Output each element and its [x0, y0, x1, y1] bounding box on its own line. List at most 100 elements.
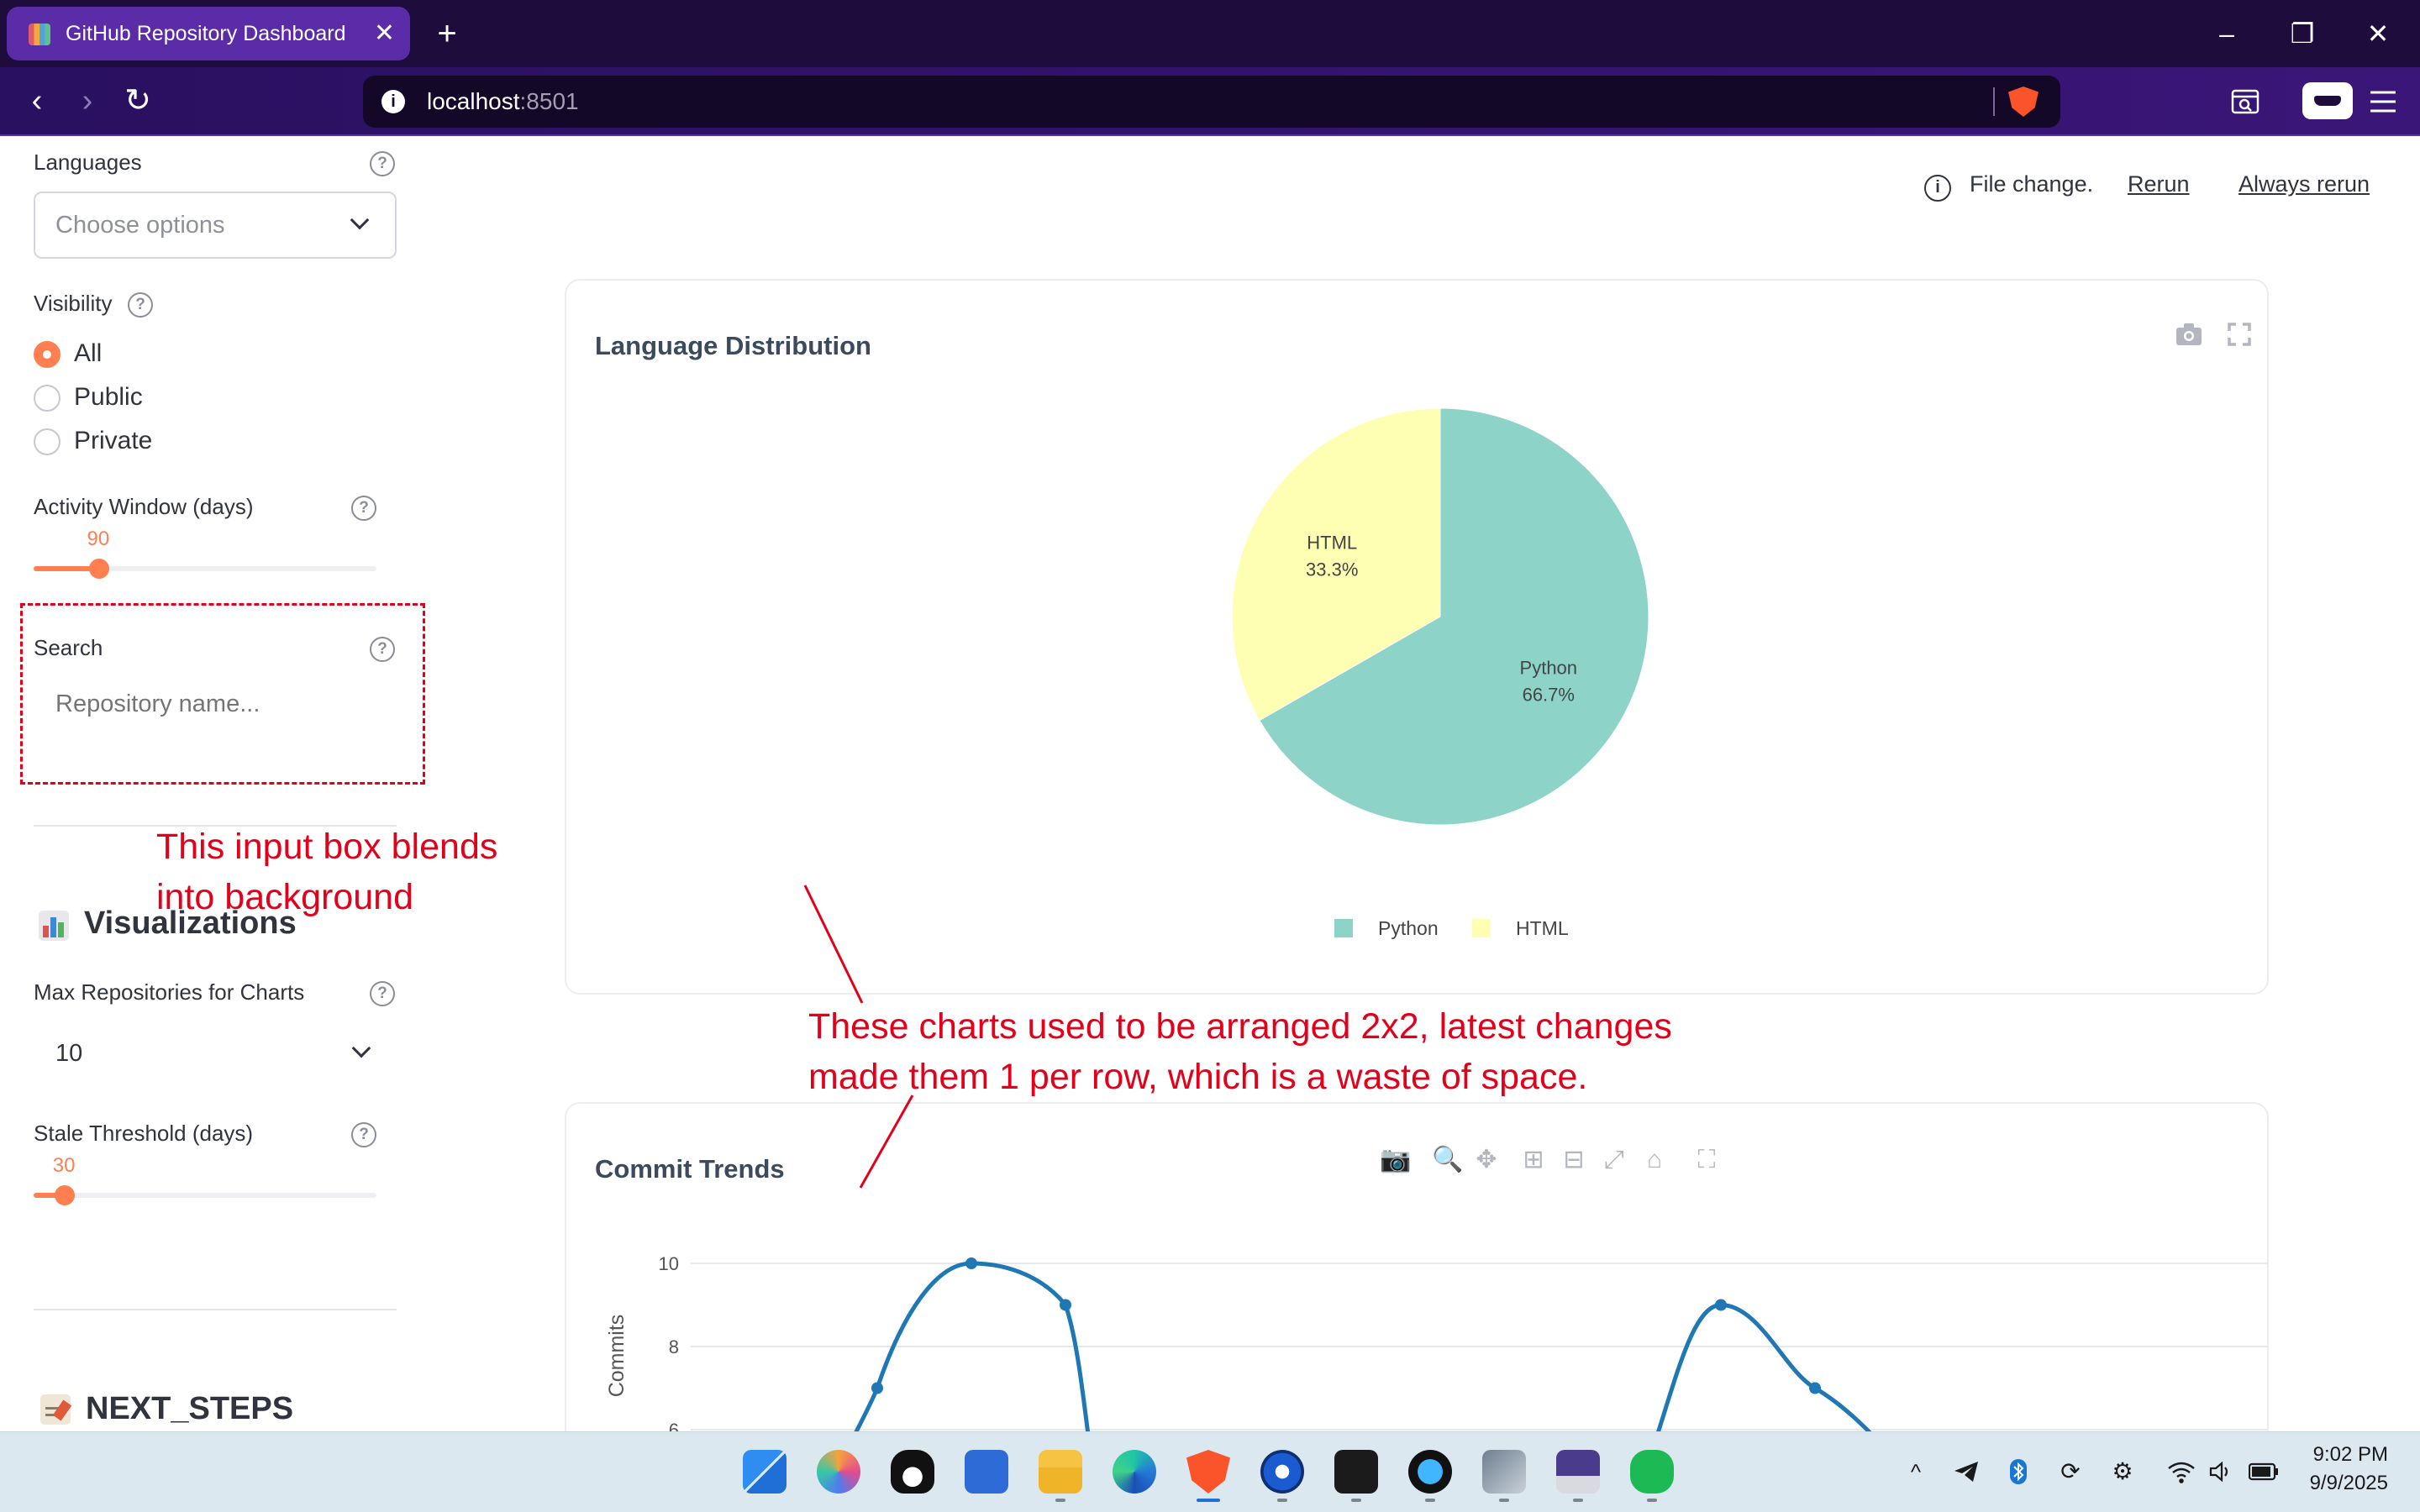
- powershell-icon[interactable]: [965, 1450, 1008, 1494]
- active-tab[interactable]: GitHub Repository Dashboard ✕: [7, 7, 410, 60]
- visibility-all-label[interactable]: All: [74, 339, 102, 368]
- running-indicator: [1499, 1499, 1509, 1502]
- chevron-down-icon: [351, 1038, 371, 1058]
- battery-icon[interactable]: [2248, 1455, 2279, 1488]
- vpn-glasses-icon[interactable]: [2302, 82, 2353, 119]
- languages-multiselect[interactable]: Choose options: [34, 192, 397, 259]
- stale-threshold-help-icon[interactable]: ?: [351, 1122, 376, 1147]
- visibility-private-radio[interactable]: [34, 428, 60, 455]
- messaging-app-icon[interactable]: [1408, 1450, 1452, 1494]
- address-bar-divider: [1993, 87, 1995, 116]
- reload-button[interactable]: ↻: [118, 81, 158, 121]
- commit-series-line[interactable]: [1650, 1302, 1892, 1441]
- line-chart: 1086Commits: [605, 1253, 2267, 1441]
- activity-window-slider[interactable]: [34, 559, 376, 579]
- stale-threshold-slider[interactable]: [34, 1185, 376, 1205]
- linux-penguin-icon[interactable]: [891, 1450, 934, 1494]
- 1password-icon[interactable]: [1260, 1450, 1304, 1494]
- commit-trends-card: Commit Trends 📷 🔍 ✥ ⊞ ⊟ ⤢ ⌂ ⛶ 10 8 6 Commits: [565, 1102, 2269, 1455]
- sync-icon[interactable]: ⟳: [2055, 1455, 2086, 1488]
- max-repos-value: 10: [55, 1040, 83, 1067]
- rerun-button[interactable]: Rerun: [2128, 171, 2190, 197]
- activity-window-slider-thumb[interactable]: [88, 559, 109, 579]
- tray-overflow-icon[interactable]: ^: [1901, 1455, 1931, 1488]
- pie-chart: Python 66.7% HTML 33.3% Python HTML: [1231, 407, 1649, 939]
- virtualbox-icon[interactable]: [1482, 1450, 1526, 1494]
- bluetooth-icon[interactable]: [2003, 1455, 2033, 1488]
- legend-swatch[interactable]: [1472, 919, 1491, 937]
- next-steps-heading: NEXT_STEPS: [86, 1391, 294, 1426]
- minimize-button[interactable]: –: [2193, 0, 2260, 67]
- visibility-all-radio[interactable]: [34, 341, 60, 368]
- restore-button[interactable]: ❐: [2269, 0, 2336, 67]
- stale-threshold-label: Stale Threshold (days): [34, 1121, 254, 1146]
- edge-icon[interactable]: [1113, 1450, 1156, 1494]
- annotation-line: These charts used to be arranged 2x2, la…: [808, 1006, 1672, 1047]
- back-button[interactable]: ‹: [17, 81, 57, 121]
- legend-label[interactable]: HTML: [1516, 917, 1569, 939]
- data-point[interactable]: [965, 1257, 977, 1269]
- running-indicator: [1573, 1499, 1583, 1502]
- languages-label: Languages: [34, 150, 142, 175]
- annotation-line: into background: [156, 877, 413, 917]
- volume-icon[interactable]: [2207, 1455, 2237, 1488]
- annotation-layout-note: These charts used to be arranged 2x2, la…: [808, 1001, 1672, 1102]
- visibility-private-label[interactable]: Private: [74, 427, 152, 455]
- network-settings-icon[interactable]: ⚙: [2107, 1455, 2138, 1488]
- legend-label[interactable]: Python: [1378, 917, 1439, 939]
- close-window-button[interactable]: ✕: [2344, 0, 2412, 67]
- visibility-public-label[interactable]: Public: [74, 383, 143, 412]
- brave-shields-icon[interactable]: [2008, 87, 2039, 117]
- address-bar[interactable]: i localhost:8501: [363, 76, 2060, 128]
- y-tick-label: 10: [659, 1253, 679, 1274]
- dashboard-favicon-icon: [29, 24, 50, 45]
- tab-title: GitHub Repository Dashboard: [66, 22, 346, 45]
- running-indicator: [1277, 1499, 1287, 1502]
- sidebar: Languages ? Choose options Visibility ? …: [0, 138, 420, 1431]
- taskbar-date[interactable]: 9/9/2025: [2310, 1472, 2388, 1495]
- visibility-help-icon[interactable]: ?: [128, 292, 153, 318]
- languages-help-icon[interactable]: ?: [370, 151, 395, 176]
- pie-slice-percent: 33.3%: [1306, 559, 1358, 580]
- legend-swatch[interactable]: [1334, 919, 1353, 937]
- copilot-icon[interactable]: [817, 1450, 860, 1494]
- activity-window-help-icon[interactable]: ?: [351, 496, 376, 521]
- pie-slice-label: Python: [1520, 658, 1578, 679]
- visibility-public-radio[interactable]: [34, 385, 60, 412]
- info-icon: i: [1924, 175, 1951, 202]
- windows-start-icon[interactable]: [743, 1450, 786, 1494]
- data-point[interactable]: [1060, 1299, 1071, 1311]
- new-tab-button[interactable]: +: [430, 7, 464, 60]
- y-tick-label: 8: [669, 1336, 679, 1357]
- bar-chart-icon: [39, 911, 69, 941]
- commit-series-line[interactable]: [844, 1261, 1094, 1440]
- tab-close-icon[interactable]: ✕: [374, 7, 395, 60]
- evernote-icon[interactable]: [1630, 1450, 1674, 1494]
- image-editor-icon[interactable]: [1556, 1450, 1600, 1494]
- data-point[interactable]: [1715, 1299, 1727, 1311]
- wifi-icon[interactable]: [2166, 1455, 2196, 1488]
- activity-window-label: Activity Window (days): [34, 494, 254, 519]
- running-indicator: [1351, 1499, 1361, 1502]
- menu-icon[interactable]: [2361, 81, 2405, 123]
- site-info-icon[interactable]: i: [381, 90, 405, 113]
- terminal-icon[interactable]: [1334, 1450, 1378, 1494]
- visibility-label: Visibility: [34, 291, 113, 316]
- annotation-highlight-box: [20, 603, 425, 785]
- telegram-tray-icon[interactable]: [1951, 1455, 1981, 1488]
- memo-icon: [40, 1394, 72, 1425]
- running-indicator: [1425, 1499, 1435, 1502]
- reader-mode-icon[interactable]: [2223, 81, 2267, 123]
- forward-button[interactable]: ›: [67, 81, 108, 121]
- taskbar-time[interactable]: 9:02 PM: [2313, 1443, 2388, 1467]
- annotation-input-note: This input box blends into background: [156, 822, 497, 922]
- file-explorer-icon[interactable]: [1039, 1450, 1082, 1494]
- data-point[interactable]: [1809, 1382, 1821, 1394]
- max-repos-label: Max Repositories for Charts: [34, 979, 305, 1005]
- max-repos-help-icon[interactable]: ?: [370, 981, 395, 1006]
- url-text: localhost:8501: [427, 88, 579, 114]
- stale-threshold-slider-thumb[interactable]: [54, 1185, 75, 1205]
- max-repos-select[interactable]: 10: [34, 1020, 397, 1087]
- data-point[interactable]: [871, 1382, 883, 1394]
- always-rerun-button[interactable]: Always rerun: [2238, 171, 2370, 197]
